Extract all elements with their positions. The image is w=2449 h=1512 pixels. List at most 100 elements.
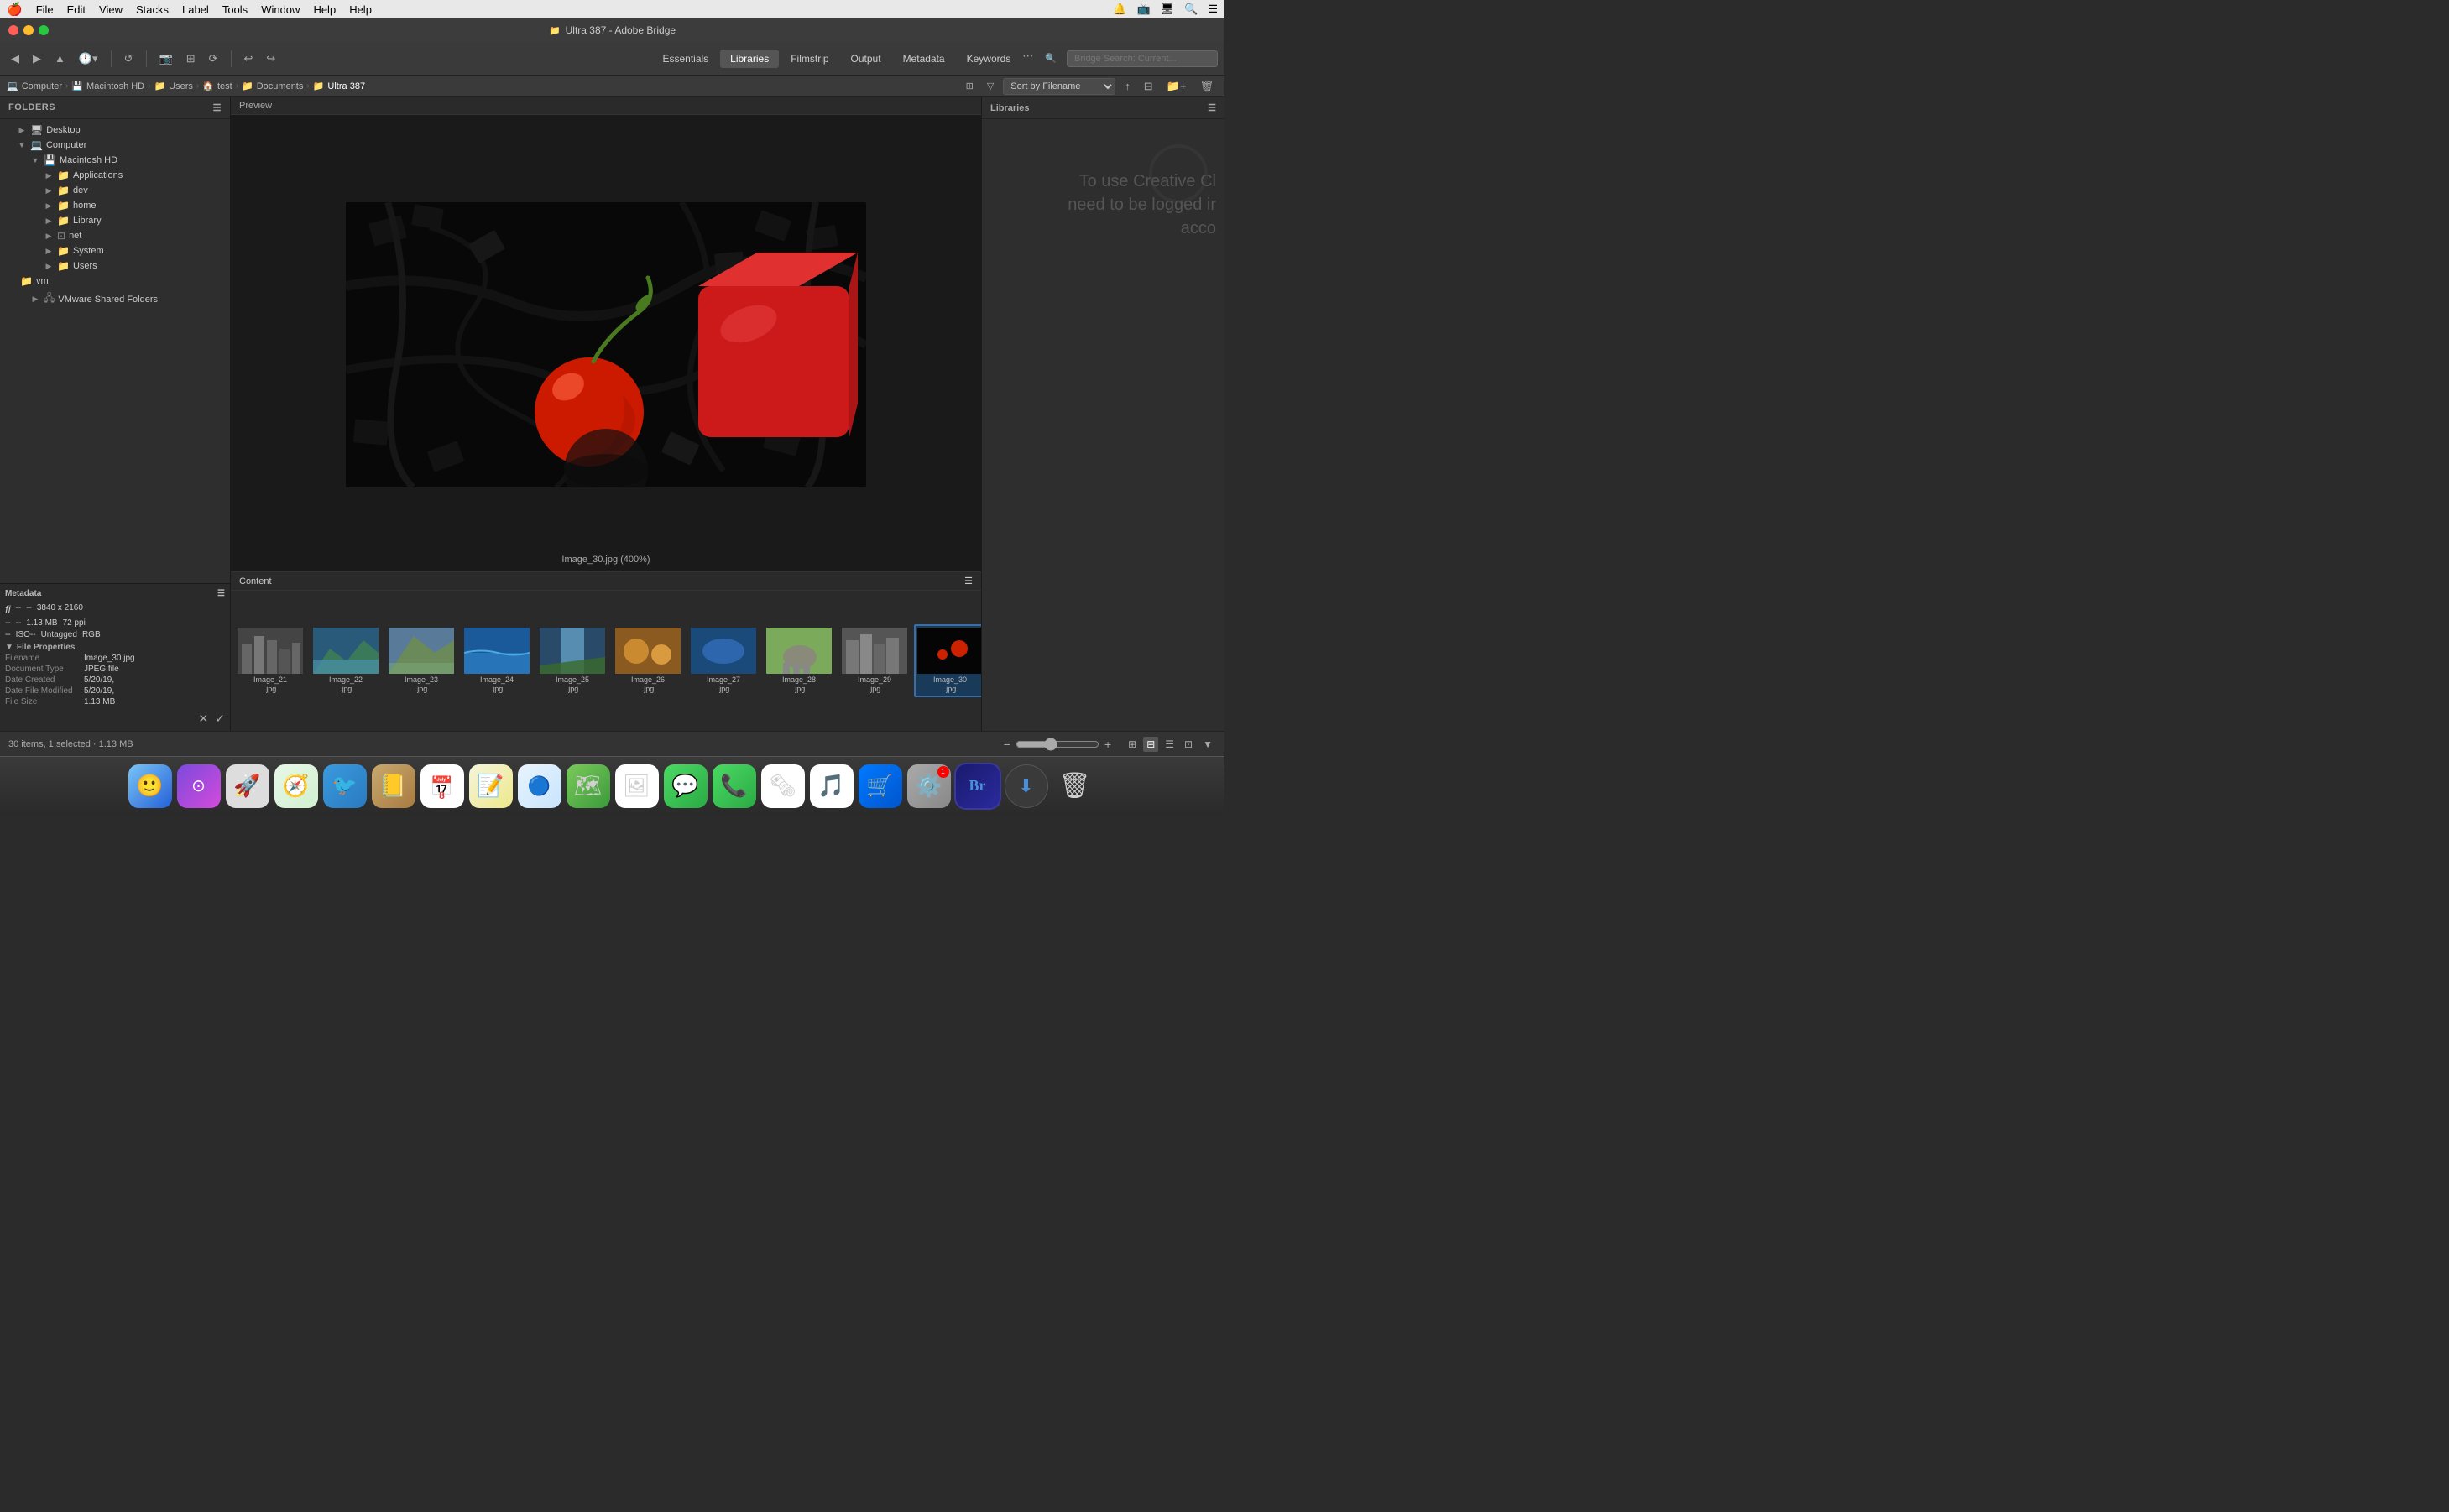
minimize-button[interactable] <box>23 25 34 35</box>
thumbnail-28[interactable]: Image_28.jpg <box>763 624 835 697</box>
thumbnail-30[interactable]: Image_30.jpg <box>914 624 981 697</box>
dock-calendar[interactable]: 📅 8 <box>420 764 464 808</box>
camera-button[interactable]: 📷 <box>155 50 177 68</box>
breadcrumb-users[interactable]: Users <box>169 81 193 91</box>
zoom-in-button[interactable]: + <box>1104 738 1111 751</box>
tree-item-home[interactable]: ▶ 📁 home <box>0 198 230 213</box>
tab-filmstrip[interactable]: Filmstrip <box>781 50 838 68</box>
thumbnail-23[interactable]: Image_23.jpg <box>385 624 457 697</box>
notification-icon[interactable]: 🔔 <box>1113 3 1126 16</box>
dock-notefile[interactable]: 📒 <box>372 764 415 808</box>
view-list-button[interactable]: ☰ <box>1162 737 1178 752</box>
view-grid-button[interactable]: ⊞ <box>1125 737 1140 752</box>
dock-notes[interactable]: 📝 <box>469 764 513 808</box>
metadata-menu-icon[interactable]: ☰ <box>217 589 225 598</box>
menu-label[interactable]: Tools <box>222 3 248 16</box>
dock-maps[interactable]: 🗺 <box>567 764 610 808</box>
screen-icon[interactable]: 🖥 <box>1161 3 1175 16</box>
tree-item-system[interactable]: ▶ 📁 System <box>0 243 230 258</box>
undo-button[interactable]: ↩ <box>240 50 258 68</box>
content-menu-icon[interactable]: ☰ <box>964 576 973 587</box>
refresh-button[interactable]: ⟳ <box>205 50 222 68</box>
maximize-button[interactable] <box>39 25 49 35</box>
file-properties-section[interactable]: ▼ File Properties <box>5 643 225 652</box>
dock-photos[interactable]: 🖼 <box>615 764 659 808</box>
batch-rename-button[interactable]: ⊟ <box>1140 77 1157 96</box>
thumbnail-29[interactable]: Image_29.jpg <box>838 624 911 697</box>
menu-file[interactable]: Edit <box>67 3 86 16</box>
up-button[interactable]: ▲ <box>50 50 70 67</box>
dock-reminders[interactable]: 🔵 <box>518 764 561 808</box>
menu-window[interactable]: Help <box>313 3 336 16</box>
breadcrumb-test[interactable]: test <box>217 81 232 91</box>
zoom-out-button[interactable]: − <box>1004 738 1010 751</box>
view-more-button[interactable]: ▼ <box>1199 737 1216 752</box>
search-icon[interactable]: 🔍 <box>1184 3 1198 16</box>
tree-item-dev[interactable]: ▶ 📁 dev <box>0 183 230 198</box>
libraries-menu-icon[interactable]: ☰ <box>1208 102 1216 113</box>
dock-downloads[interactable]: ⬇ <box>1005 764 1048 808</box>
zoom-slider[interactable] <box>1016 738 1099 751</box>
back-button[interactable]: ◀ <box>7 50 23 68</box>
breadcrumb-macintosh[interactable]: Macintosh HD <box>86 81 144 91</box>
dock-facetime[interactable]: 📞 <box>713 764 756 808</box>
dock-rocket[interactable]: 🚀 <box>226 764 269 808</box>
thumbnail-24[interactable]: Image_24.jpg <box>461 624 533 697</box>
menu-edit[interactable]: View <box>99 3 123 16</box>
filter-button[interactable]: ▽ <box>983 78 998 94</box>
dock-trash[interactable]: 🗑 <box>1053 764 1097 808</box>
view-mode-button[interactable]: ⊞ <box>962 78 978 94</box>
sort-direction-button[interactable]: ↑ <box>1120 77 1135 95</box>
breadcrumb-documents[interactable]: Documents <box>257 81 304 91</box>
dock-tweetbot[interactable]: 🐦 <box>323 764 367 808</box>
rotate-left-button[interactable]: ↺ <box>120 50 138 68</box>
tree-item-library[interactable]: ▶ 📁 Library <box>0 213 230 228</box>
view-details-button[interactable]: ⊡ <box>1181 737 1196 752</box>
tree-item-vm[interactable]: 📁 vm <box>0 274 230 289</box>
thumbnail-27[interactable]: Image_27.jpg <box>687 624 760 697</box>
list-icon[interactable]: ☰ <box>1208 3 1218 16</box>
tree-item-applications[interactable]: ▶ 📁 Applications <box>0 168 230 183</box>
dock-appstore[interactable]: 🛒 <box>859 764 902 808</box>
dock-finder[interactable]: 🙂 <box>128 764 172 808</box>
tree-item-vmware[interactable]: ▶ 🖧 VMware Shared Folders <box>0 289 230 310</box>
more-workspaces-button[interactable]: ⋯ <box>1022 50 1033 68</box>
tree-item-desktop[interactable]: ▶ 🖥 Desktop <box>0 123 230 138</box>
thumbnail-21[interactable]: Image_21.jpg <box>234 624 306 697</box>
close-button[interactable] <box>8 25 18 35</box>
tree-item-users[interactable]: ▶ 📁 Users <box>0 258 230 274</box>
delete-button[interactable]: 🗑 <box>1195 77 1218 96</box>
dock-news[interactable]: 🗞 <box>761 764 805 808</box>
tab-output[interactable]: Output <box>841 50 891 68</box>
thumbnails-strip[interactable]: Image_21.jpg Image_22.jpg Image_23.jpg <box>231 591 981 731</box>
tree-item-macintosh[interactable]: ▼ 💾 Macintosh HD <box>0 153 230 168</box>
tab-keywords[interactable]: Keywords <box>957 50 1021 68</box>
tab-libraries[interactable]: Libraries <box>720 50 779 68</box>
new-folder-button[interactable]: 📁+ <box>1162 77 1191 96</box>
dock-messages[interactable]: 💬 <box>664 764 708 808</box>
breadcrumb-ultra387[interactable]: Ultra 387 <box>327 81 365 91</box>
dock-sysprefs[interactable]: ⚙️ 1 <box>907 764 951 808</box>
tab-metadata[interactable]: Metadata <box>893 50 955 68</box>
airplay-icon[interactable]: 📺 <box>1136 3 1150 16</box>
menu-bridge[interactable]: File <box>36 3 54 16</box>
thumbnail-22[interactable]: Image_22.jpg <box>310 624 382 697</box>
tree-item-computer[interactable]: ▼ 💻 Computer <box>0 138 230 153</box>
folders-menu-icon[interactable]: ☰ <box>213 102 222 113</box>
menu-view[interactable]: Stacks <box>136 3 169 16</box>
apple-menu[interactable]: 🍎 <box>7 2 23 17</box>
copy-button[interactable]: ⊞ <box>182 50 200 68</box>
history-dropdown-button[interactable]: 🕐▾ <box>75 50 102 68</box>
tab-essentials[interactable]: Essentials <box>652 50 718 68</box>
forward-button[interactable]: ▶ <box>29 50 45 68</box>
menu-stacks[interactable]: Label <box>182 3 209 16</box>
dock-siri[interactable]: ⊙ <box>177 764 221 808</box>
dock-bridge[interactable]: Br <box>956 764 1000 808</box>
dock-safari[interactable]: 🧭 <box>274 764 318 808</box>
sort-select[interactable]: Sort by Filename Sort by Date Created So… <box>1003 78 1115 95</box>
search-input[interactable] <box>1067 50 1218 67</box>
redo-button[interactable]: ↪ <box>262 50 279 68</box>
menu-help[interactable]: Help <box>349 3 372 16</box>
dock-music[interactable]: 🎵 <box>810 764 854 808</box>
view-filmstrip-button[interactable]: ⊟ <box>1143 737 1158 752</box>
